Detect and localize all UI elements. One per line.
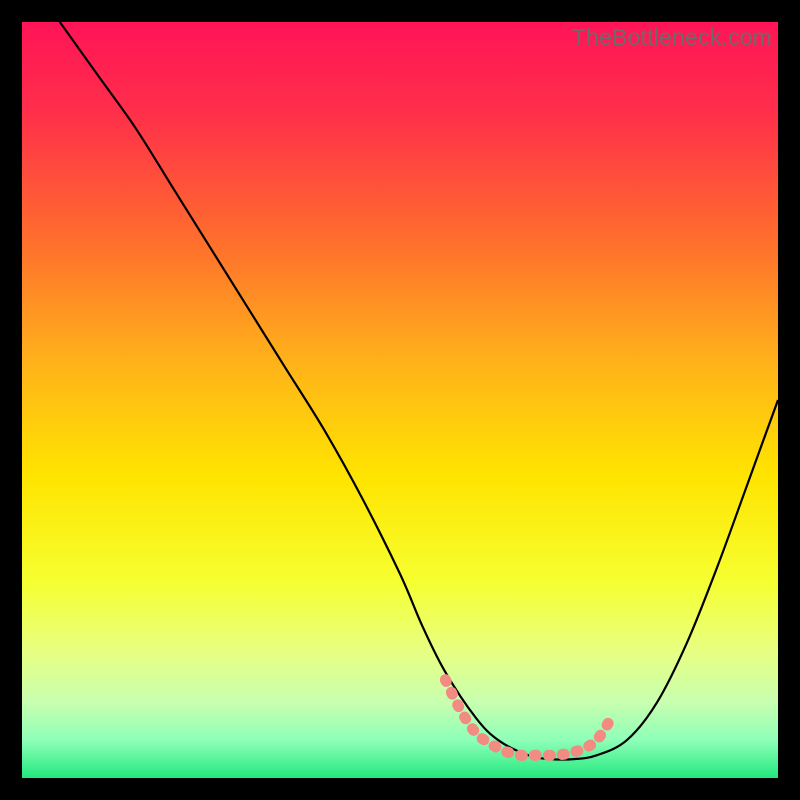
chart-frame: TheBottleneck.com xyxy=(22,22,778,778)
gradient-background xyxy=(22,22,778,778)
bottleneck-chart xyxy=(22,22,778,778)
watermark-text: TheBottleneck.com xyxy=(572,24,772,51)
